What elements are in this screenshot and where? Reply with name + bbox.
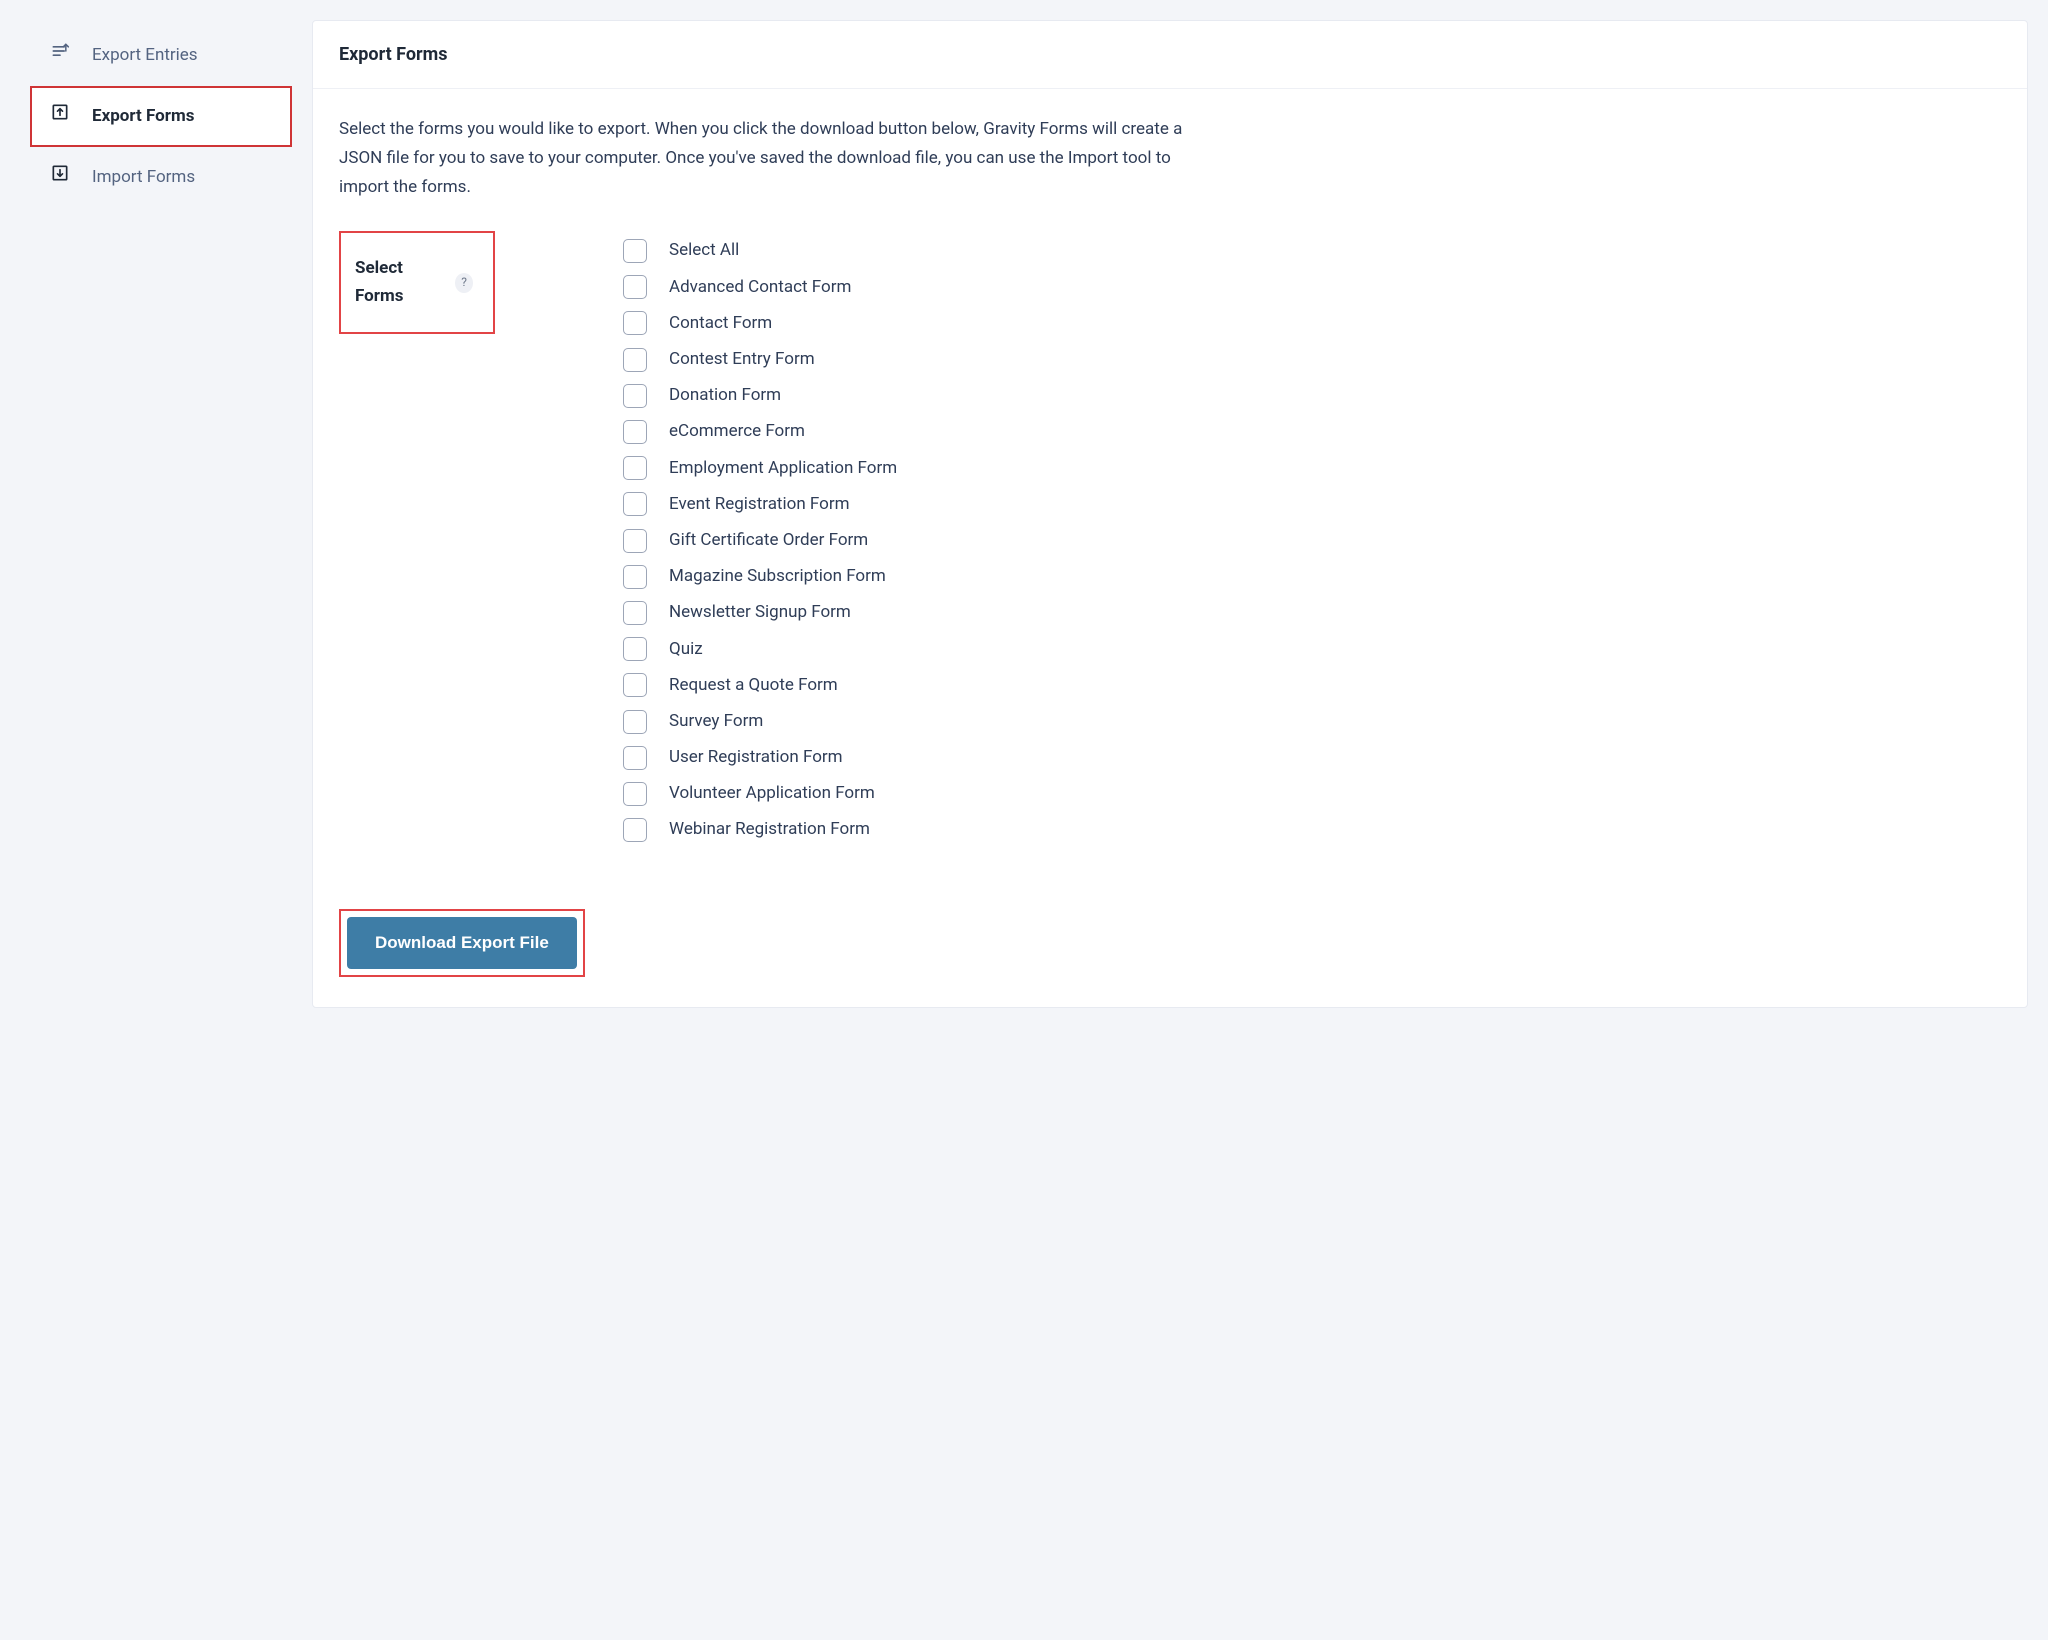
field-label: Select Forms bbox=[355, 255, 445, 309]
form-label[interactable]: Survey Form bbox=[669, 708, 763, 735]
form-row: eCommerce Form bbox=[623, 418, 897, 445]
form-label[interactable]: User Registration Form bbox=[669, 744, 843, 771]
form-label[interactable]: Employment Application Form bbox=[669, 455, 897, 482]
main-panel: Export Forms Select the forms you would … bbox=[312, 20, 2028, 1008]
form-row: Contest Entry Form bbox=[623, 346, 897, 373]
form-checkbox[interactable] bbox=[623, 565, 647, 589]
form-checkbox[interactable] bbox=[623, 637, 647, 661]
form-checkbox[interactable] bbox=[623, 384, 647, 408]
form-label[interactable]: Magazine Subscription Form bbox=[669, 563, 886, 590]
form-row: Webinar Registration Form bbox=[623, 816, 897, 843]
sidebar-item-label: Export Forms bbox=[92, 103, 194, 130]
form-row: Employment Application Form bbox=[623, 455, 897, 482]
help-icon[interactable]: ? bbox=[455, 273, 473, 293]
form-checkbox[interactable] bbox=[623, 492, 647, 516]
form-row: Volunteer Application Form bbox=[623, 780, 897, 807]
form-checkbox[interactable] bbox=[623, 420, 647, 444]
form-checkbox[interactable] bbox=[623, 818, 647, 842]
form-label[interactable]: Contest Entry Form bbox=[669, 346, 815, 373]
select-all-checkbox[interactable] bbox=[623, 239, 647, 263]
select-all-label[interactable]: Select All bbox=[669, 237, 739, 264]
form-label[interactable]: Quiz bbox=[669, 636, 703, 663]
form-checkbox[interactable] bbox=[623, 782, 647, 806]
download-highlight: Download Export File bbox=[339, 909, 585, 977]
form-row: Event Registration Form bbox=[623, 491, 897, 518]
form-row: Advanced Contact Form bbox=[623, 274, 897, 301]
form-checkbox[interactable] bbox=[623, 710, 647, 734]
form-label[interactable]: Webinar Registration Form bbox=[669, 816, 870, 843]
form-row: User Registration Form bbox=[623, 744, 897, 771]
sidebar-item-export-forms[interactable]: Export Forms bbox=[30, 86, 292, 147]
form-row: Request a Quote Form bbox=[623, 672, 897, 699]
form-row: Quiz bbox=[623, 636, 897, 663]
description-text: Select the forms you would like to expor… bbox=[339, 115, 1199, 202]
download-export-button[interactable]: Download Export File bbox=[347, 917, 577, 969]
form-label[interactable]: Request a Quote Form bbox=[669, 672, 838, 699]
form-checkbox[interactable] bbox=[623, 673, 647, 697]
sidebar-item-label: Import Forms bbox=[92, 164, 195, 191]
form-label[interactable]: Advanced Contact Form bbox=[669, 274, 851, 301]
form-checkbox[interactable] bbox=[623, 529, 647, 553]
forms-checkbox-list: Select All Advanced Contact Form Contact… bbox=[515, 231, 897, 852]
sidebar: Export Entries Export Forms Import Forms bbox=[30, 20, 292, 209]
form-row: Donation Form bbox=[623, 382, 897, 409]
form-label[interactable]: Donation Form bbox=[669, 382, 781, 409]
sidebar-item-import-forms[interactable]: Import Forms bbox=[30, 147, 292, 208]
sidebar-item-export-entries[interactable]: Export Entries bbox=[30, 25, 292, 86]
form-row: Contact Form bbox=[623, 310, 897, 337]
form-row: Gift Certificate Order Form bbox=[623, 527, 897, 554]
form-checkbox[interactable] bbox=[623, 746, 647, 770]
form-label[interactable]: Contact Form bbox=[669, 310, 772, 337]
form-label[interactable]: eCommerce Form bbox=[669, 418, 805, 445]
form-checkbox[interactable] bbox=[623, 275, 647, 299]
form-row: Magazine Subscription Form bbox=[623, 563, 897, 590]
form-label[interactable]: Event Registration Form bbox=[669, 491, 850, 518]
export-forms-icon bbox=[50, 102, 70, 131]
form-label[interactable]: Volunteer Application Form bbox=[669, 780, 875, 807]
form-row: Survey Form bbox=[623, 708, 897, 735]
field-label-highlight: Select Forms ? bbox=[339, 231, 495, 333]
page-title: Export Forms bbox=[339, 41, 2001, 70]
import-forms-icon bbox=[50, 163, 70, 192]
form-checkbox[interactable] bbox=[623, 348, 647, 372]
panel-header: Export Forms bbox=[313, 21, 2027, 89]
form-label[interactable]: Newsletter Signup Form bbox=[669, 599, 851, 626]
select-forms-field: Select Forms ? Select All Advanced Conta… bbox=[339, 231, 2001, 852]
export-entries-icon bbox=[50, 41, 70, 70]
select-all-row: Select All bbox=[623, 237, 897, 264]
form-checkbox[interactable] bbox=[623, 311, 647, 335]
form-checkbox[interactable] bbox=[623, 456, 647, 480]
sidebar-item-label: Export Entries bbox=[92, 42, 198, 69]
form-label[interactable]: Gift Certificate Order Form bbox=[669, 527, 868, 554]
form-row: Newsletter Signup Form bbox=[623, 599, 897, 626]
form-checkbox[interactable] bbox=[623, 601, 647, 625]
